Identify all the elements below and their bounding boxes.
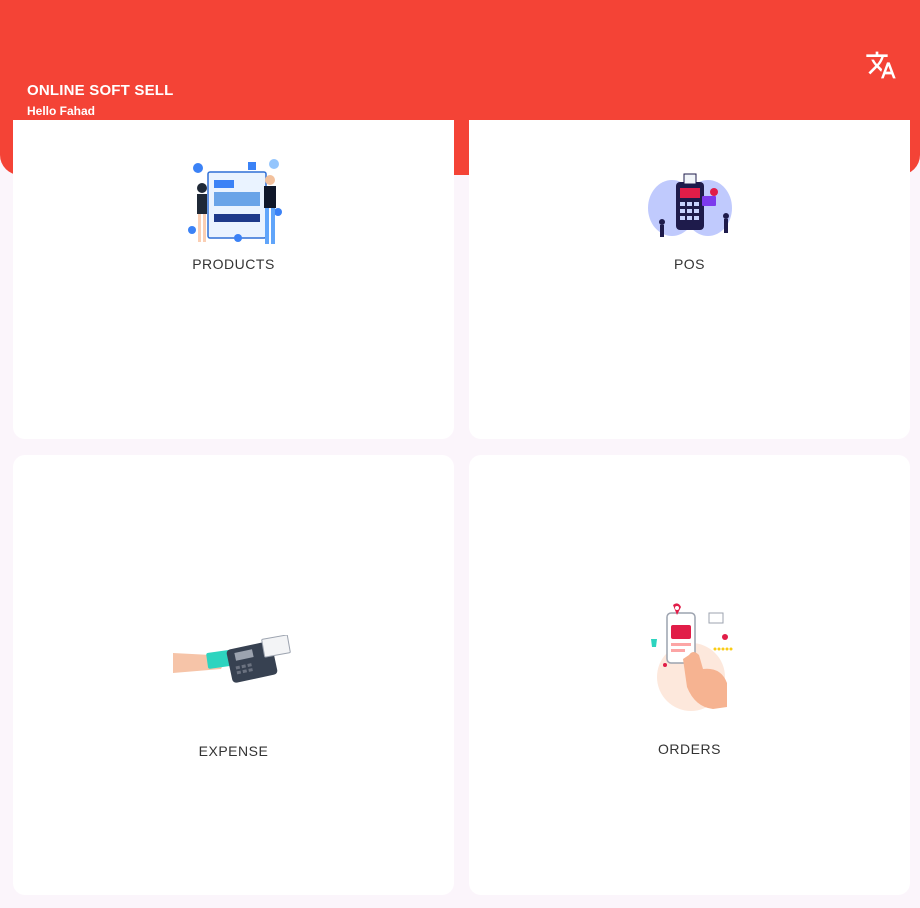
menu-card-products[interactable]: PRODUCTS (13, 120, 454, 439)
translate-button[interactable] (862, 46, 900, 84)
menu-card-orders[interactable]: ORDERS (469, 455, 910, 895)
card-payment-illustration (172, 635, 291, 683)
translate-icon (866, 51, 896, 79)
app-title: ONLINE SOFT SELL (27, 82, 174, 99)
menu-label-products: PRODUCTS (192, 256, 275, 272)
menu-label-expense: EXPENSE (198, 743, 269, 759)
pos-terminal-illustration (647, 173, 732, 237)
menu-card-pos[interactable]: POS (469, 120, 910, 439)
menu-label-pos: POS (673, 256, 706, 272)
mobile-shopping-illustration (650, 603, 732, 711)
menu-card-expense[interactable]: EXPENSE (13, 455, 454, 895)
products-illustration (187, 159, 282, 244)
user-greeting: Hello Fahad (27, 104, 96, 118)
menu-label-orders: ORDERS (658, 741, 721, 757)
